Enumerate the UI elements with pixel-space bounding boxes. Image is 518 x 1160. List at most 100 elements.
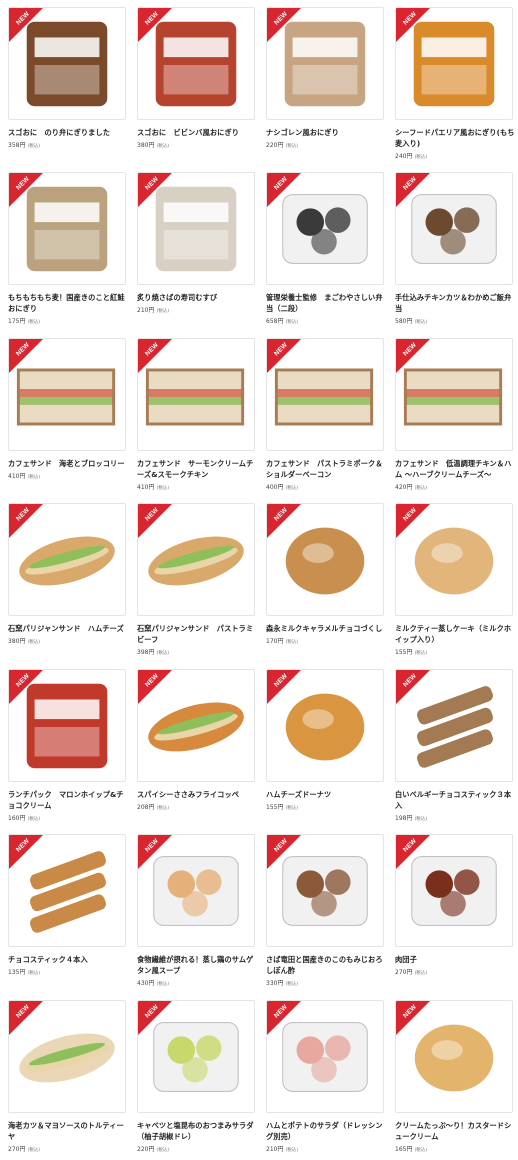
product-price: 410円 (税込) xyxy=(137,482,169,491)
product-card[interactable]: NEW ランチパック マロンホイップ&チョコクリーム 160円 (税込) xyxy=(8,669,126,829)
product-card[interactable]: NEW クリームたっぷ～り！カスタードシュークリーム 165円 (税込) xyxy=(395,1000,513,1160)
tax-included-label: (税込) xyxy=(285,486,299,491)
product-image[interactable]: NEW xyxy=(266,503,384,616)
product-name[interactable]: ナシゴレン風おにぎり xyxy=(266,127,386,138)
price-value: 330円 xyxy=(266,980,284,987)
product-card[interactable]: NEW ハムチーズドーナツ 155円 (税込) xyxy=(266,669,384,829)
product-name[interactable]: 管理栄養士監修 まごわやさしい弁当（二段） xyxy=(266,292,386,314)
product-card[interactable]: NEW ミルクティー蒸しケーキ（ミルクホイップ入り） 155円 (税込) xyxy=(395,503,513,663)
product-card[interactable]: NEW カフェサンド 海老とブロッコリー 410円 (税込) xyxy=(8,338,126,498)
product-name[interactable]: 白いベルギーチョコスティック３本入 xyxy=(395,789,515,811)
product-card[interactable]: NEW シーフードパエリア風おにぎり(もち麦入り) 240円 (税込) xyxy=(395,7,515,167)
product-name[interactable]: 手仕込みチキンカツ＆わかめご飯弁当 xyxy=(395,292,515,314)
product-image[interactable]: NEW xyxy=(395,669,513,782)
product-name[interactable]: ハムチーズドーナツ xyxy=(266,789,386,800)
product-image[interactable]: NEW xyxy=(395,503,513,616)
tax-included-label: (税込) xyxy=(156,651,170,656)
product-image[interactable]: NEW xyxy=(395,338,513,451)
product-name[interactable]: カフェサンド パストラミポーク＆ショルダーベーコン xyxy=(266,458,386,480)
product-image[interactable]: NEW xyxy=(8,834,126,947)
product-card[interactable]: NEW キャベツと塩昆布のおつまみサラダ（柚子胡椒ドレ） 220円 (税込) xyxy=(137,1000,255,1160)
product-image[interactable]: NEW xyxy=(266,7,384,120)
product-name[interactable]: スゴおに のり弁にぎりました xyxy=(8,127,128,138)
product-name[interactable]: ランチパック マロンホイップ&チョコクリーム xyxy=(8,789,128,811)
product-card[interactable]: NEW 手仕込みチキンカツ＆わかめご飯弁当 580円 (税込) xyxy=(395,172,513,332)
product-image[interactable]: NEW xyxy=(137,834,255,947)
product-image[interactable]: NEW xyxy=(266,338,384,451)
product-name[interactable]: キャベツと塩昆布のおつまみサラダ（柚子胡椒ドレ） xyxy=(137,1120,257,1142)
product-name[interactable]: 炙り焼さばの寿司むすび xyxy=(137,292,257,303)
product-name[interactable]: 肉団子 xyxy=(395,954,515,965)
product-image[interactable]: NEW xyxy=(137,172,255,285)
product-image[interactable]: NEW xyxy=(266,172,384,285)
product-image[interactable]: NEW xyxy=(8,172,126,285)
product-image[interactable]: NEW xyxy=(395,834,513,947)
product-card[interactable]: NEW カフェサンド パストラミポーク＆ショルダーベーコン 400円 (税込) xyxy=(266,338,384,498)
product-name[interactable]: スパイシーささみフライコッペ xyxy=(137,789,257,800)
product-name[interactable]: ミルクティー蒸しケーキ（ミルクホイップ入り） xyxy=(395,623,515,645)
tax-included-label: (税込) xyxy=(414,817,428,822)
product-name[interactable]: シーフードパエリア風おにぎり(もち麦入り) xyxy=(395,127,515,149)
product-image[interactable]: NEW xyxy=(137,338,255,451)
product-image[interactable]: NEW xyxy=(8,1000,126,1113)
tax-included-label: (税込) xyxy=(414,155,428,160)
product-name[interactable]: ハムとポテトのサラダ（ドレッシング別売） xyxy=(266,1120,386,1142)
product-name[interactable]: 石窯パリジャンサンド パストラミビーフ xyxy=(137,623,257,645)
product-name[interactable]: カフェサンド サーモンクリームチーズ&スモークチキン xyxy=(137,458,257,480)
product-image[interactable]: NEW xyxy=(137,669,255,782)
product-image[interactable]: NEW xyxy=(8,7,126,120)
product-card[interactable]: NEW さば竜田と国産きのこのもみじおろしぽん酢 330円 (税込) xyxy=(266,834,384,994)
product-image[interactable]: NEW xyxy=(137,1000,255,1113)
product-card[interactable]: NEW 肉団子 270円 (税込) xyxy=(395,834,513,994)
product-price: 165円 (税込) xyxy=(395,1144,427,1153)
product-price: 270円 (税込) xyxy=(8,1144,40,1153)
product-name[interactable]: クリームたっぷ～り！カスタードシュークリーム xyxy=(395,1120,515,1142)
product-image[interactable]: NEW xyxy=(137,503,255,616)
product-name[interactable]: カフェサンド 低温調理チキン＆ハム ～ハーブクリームチーズ～ xyxy=(395,458,515,480)
product-card[interactable]: NEW 白いベルギーチョコスティック３本入 198円 (税込) xyxy=(395,669,513,829)
product-price: 155円 (税込) xyxy=(395,647,427,656)
product-image[interactable]: NEW xyxy=(8,338,126,451)
product-card[interactable]: NEW 石窯パリジャンサンド ハムチーズ 380円 (税込) xyxy=(8,503,126,663)
product-image[interactable]: NEW xyxy=(395,172,513,285)
new-badge: NEW xyxy=(267,339,301,373)
tax-included-label: (税込) xyxy=(27,971,41,976)
product-image[interactable]: NEW xyxy=(137,7,255,120)
product-image[interactable]: NEW xyxy=(8,669,126,782)
product-card[interactable]: NEW チョコスティック４本入 135円 (税込) xyxy=(8,834,126,994)
product-name[interactable]: 海老カツ＆マヨソースのトルティーヤ xyxy=(8,1120,128,1142)
product-name[interactable]: チョコスティック４本入 xyxy=(8,954,128,965)
price-value: 208円 xyxy=(137,804,155,811)
product-name[interactable]: 食物繊維が摂れる！蒸し鶏のサムゲタン風スープ xyxy=(137,954,257,976)
product-card[interactable]: NEW 食物繊維が摂れる！蒸し鶏のサムゲタン風スープ 430円 (税込) xyxy=(137,834,255,994)
product-card[interactable]: NEW 海老カツ＆マヨソースのトルティーヤ 270円 (税込) xyxy=(8,1000,126,1160)
product-name[interactable]: カフェサンド 海老とブロッコリー xyxy=(8,458,128,469)
product-image[interactable]: NEW xyxy=(266,1000,384,1113)
product-card[interactable]: NEW ナシゴレン風おにぎり 220円 (税込) xyxy=(266,7,384,167)
product-image[interactable]: NEW xyxy=(266,669,384,782)
product-card[interactable]: NEW カフェサンド サーモンクリームチーズ&スモークチキン 410円 (税込) xyxy=(137,338,255,498)
product-card[interactable]: NEW スゴおに ビビンバ風おにぎり 380円 (税込) xyxy=(137,7,255,167)
product-card[interactable]: NEW カフェサンド 低温調理チキン＆ハム ～ハーブクリームチーズ～ 420円 (税込… xyxy=(395,338,513,498)
product-name[interactable]: 森永ミルクキャラメルチョコづくし xyxy=(266,623,386,634)
product-card[interactable]: NEW ハムとポテトのサラダ（ドレッシング別売） 210円 (税込) xyxy=(266,1000,384,1160)
product-image[interactable]: NEW xyxy=(395,7,513,120)
product-image[interactable]: NEW xyxy=(266,834,384,947)
product-name[interactable]: スゴおに ビビンバ風おにぎり xyxy=(137,127,257,138)
new-badge: NEW xyxy=(138,1001,172,1035)
new-badge: NEW xyxy=(9,8,43,42)
product-price: 398円 (税込) xyxy=(137,647,169,656)
product-card[interactable]: NEW 石窯パリジャンサンド パストラミビーフ 398円 (税込) xyxy=(137,503,255,663)
product-name[interactable]: もちもちもち麦！国産きのこと紅鮭おにぎり xyxy=(8,292,128,314)
product-name[interactable]: さば竜田と国産きのこのもみじおろしぽん酢 xyxy=(266,954,386,976)
product-card[interactable]: NEW スパイシーささみフライコッペ 208円 (税込) xyxy=(137,669,255,829)
product-card[interactable]: NEW 森永ミルクキャラメルチョコづくし 170円 (税込) xyxy=(266,503,384,663)
product-name[interactable]: 石窯パリジャンサンド ハムチーズ xyxy=(8,623,128,634)
tax-included-label: (税込) xyxy=(156,982,170,987)
product-image[interactable]: NEW xyxy=(395,1000,513,1113)
product-card[interactable]: NEW 管理栄養士監修 まごわやさしい弁当（二段） 658円 (税込) xyxy=(266,172,384,332)
product-image[interactable]: NEW xyxy=(8,503,126,616)
product-card[interactable]: NEW 炙り焼さばの寿司むすび 210円 (税込) xyxy=(137,172,255,332)
product-card[interactable]: NEW スゴおに のり弁にぎりました 358円 (税込) xyxy=(8,7,126,167)
product-card[interactable]: NEW もちもちもち麦！国産きのこと紅鮭おにぎり 175円 (税込) xyxy=(8,172,126,332)
